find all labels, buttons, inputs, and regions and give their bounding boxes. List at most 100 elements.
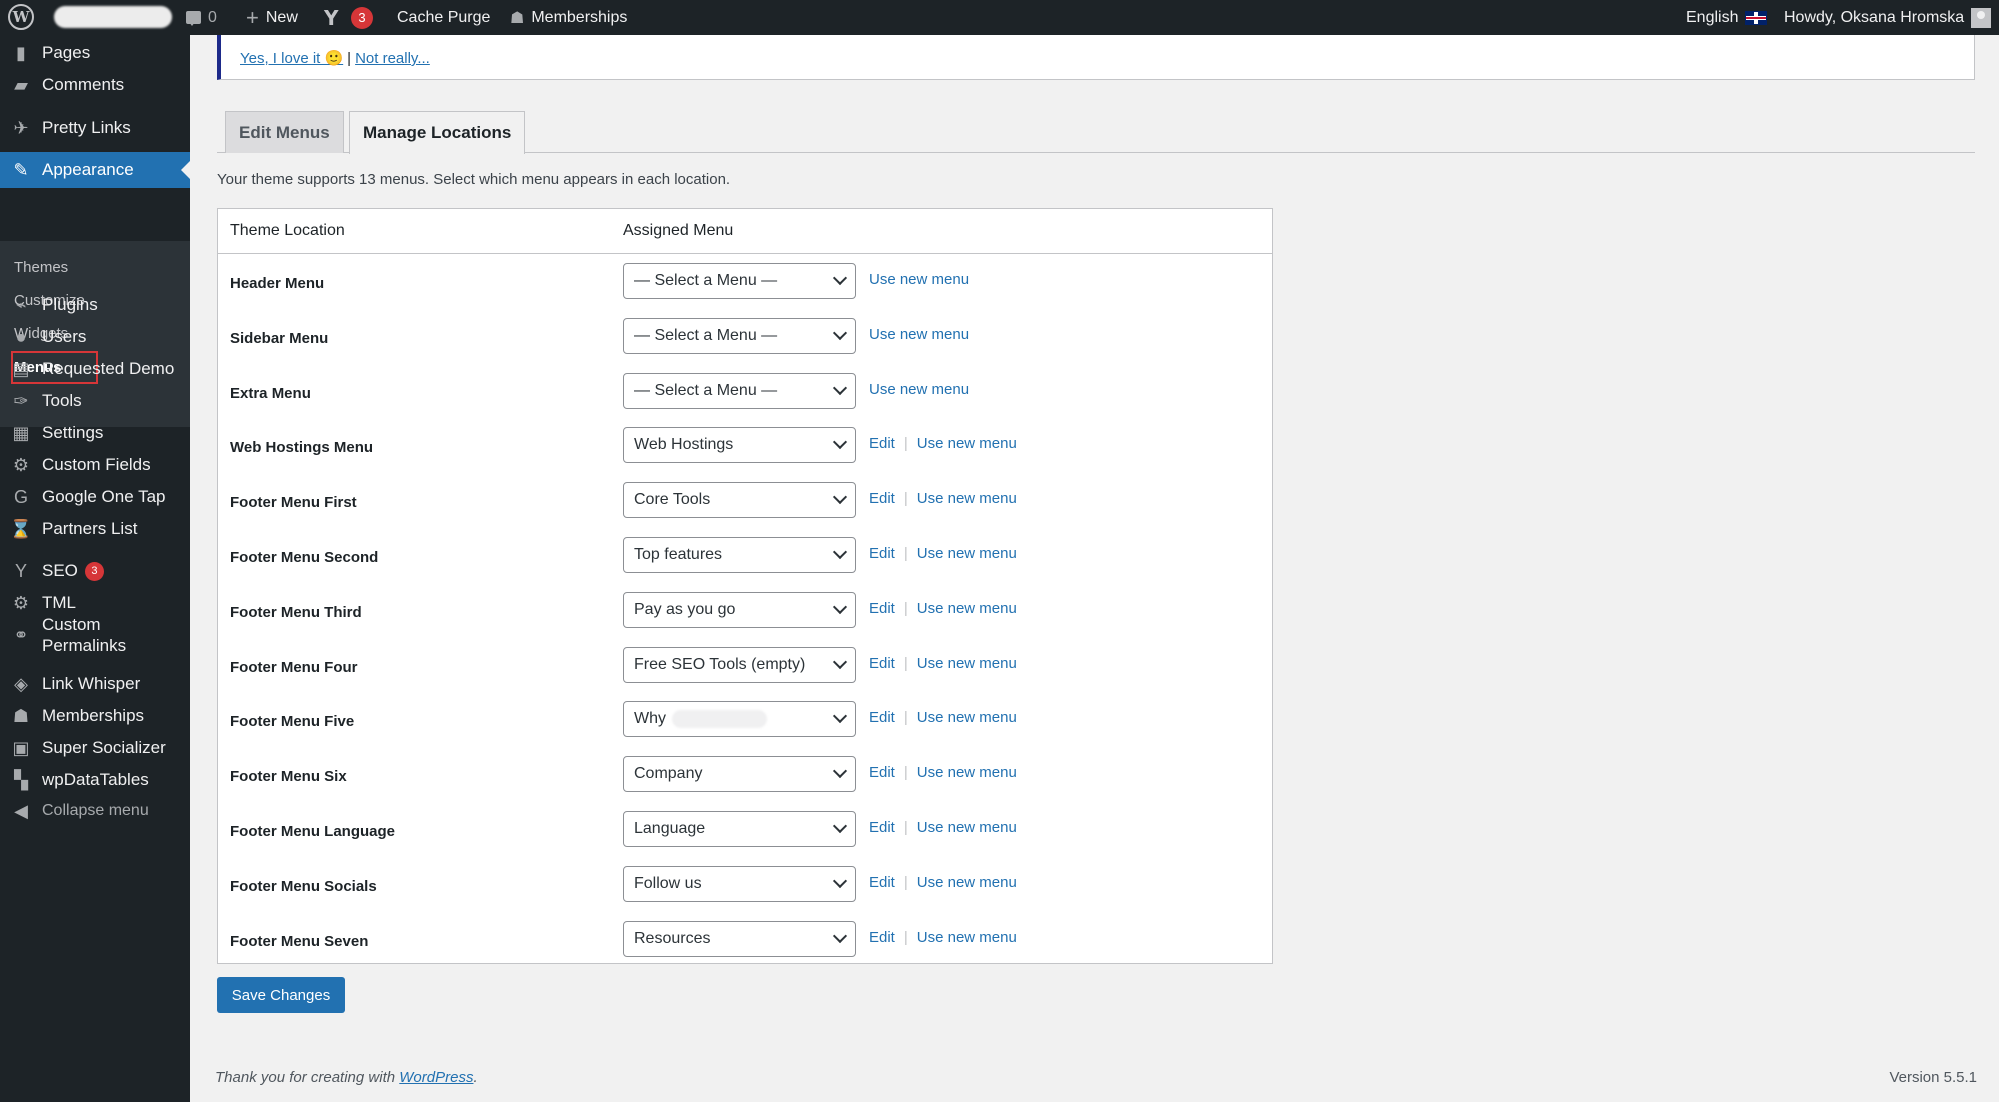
tab-edit-menus[interactable]: Edit Menus — [225, 111, 344, 153]
row-actions: Edit | Use new menu — [869, 709, 1017, 726]
site-name-redacted[interactable] — [54, 6, 172, 28]
use-new-menu-link[interactable]: Use new menu — [917, 874, 1017, 891]
sidebar-item-collapse-menu[interactable]: ◀ Collapse menu — [0, 793, 190, 829]
edit-menu-link[interactable]: Edit — [869, 600, 895, 617]
appearance-icon: ✎ — [13, 159, 29, 180]
yes-love-it-link[interactable]: Yes, I love it 🙂 — [240, 50, 343, 67]
wordpress-logo-icon[interactable]: W — [8, 4, 34, 30]
save-changes-button[interactable]: Save Changes — [217, 977, 345, 1013]
location-footer-menu-seven: Footer Menu Seven — [230, 932, 369, 950]
yoast-seo-link[interactable]: Y 3 — [324, 0, 373, 35]
sidebar-item-memberships[interactable]: ☗ Memberships — [0, 698, 190, 734]
selected-menu-value: — Select a Menu — — [634, 272, 778, 289]
edit-menu-link[interactable]: Edit — [869, 874, 895, 891]
comment-bubble-icon — [186, 11, 201, 26]
cache-purge-link[interactable]: Cache Purge — [397, 0, 490, 35]
sidebar-item-google-one-tap[interactable]: G Google One Tap — [0, 479, 190, 515]
new-content-link[interactable]: + New — [246, 0, 298, 35]
sidebar-item-seo[interactable]: Y SEO 3 — [0, 553, 190, 589]
edit-menu-link[interactable]: Edit — [869, 709, 895, 726]
header-menu-select[interactable]: — Select a Menu — — [623, 263, 856, 299]
sidebar-item-custom-permalinks[interactable]: ⚭ Custom Permalinks — [0, 610, 190, 660]
chevron-down-icon — [832, 435, 848, 450]
footer-menu-language-select[interactable]: Language — [623, 811, 856, 847]
yoast-seo-icon: Y — [14, 560, 27, 581]
redacted-text — [672, 710, 767, 729]
sidebar-item-label: Pretty Links — [42, 118, 131, 137]
footer-menu-third-select[interactable]: Pay as you go — [623, 591, 856, 628]
use-new-menu-link[interactable]: Use new menu — [917, 545, 1017, 562]
use-new-menu-link[interactable]: Use new menu — [869, 326, 969, 343]
edit-menu-link[interactable]: Edit — [869, 490, 895, 507]
use-new-menu-link[interactable]: Use new menu — [917, 600, 1017, 617]
sidebar-item-settings[interactable]: ▦ Settings — [0, 415, 190, 451]
use-new-menu-link[interactable]: Use new menu — [917, 929, 1017, 946]
location-footer-menu-second: Footer Menu Second — [230, 549, 379, 566]
footer-menu-second-select[interactable]: Top features — [623, 537, 856, 573]
row-actions: Edit | Use new menu — [869, 435, 1017, 452]
table-row: Footer Menu Third Pay as you go Edit | Use n… — [218, 584, 1272, 639]
edit-menu-link[interactable]: Edit — [869, 435, 895, 452]
sidebar-item-appearance[interactable]: ✎ Appearance — [0, 152, 190, 188]
use-new-menu-link[interactable]: Use new menu — [917, 655, 1017, 672]
edit-menu-link[interactable]: Edit — [869, 545, 895, 562]
sidebar-item-users[interactable]: ● Users — [0, 319, 190, 355]
not-really-link[interactable]: Not really... — [355, 50, 430, 67]
footer-menu-first-select[interactable]: Core Tools — [623, 482, 856, 519]
location-footer-menu-first: Footer Menu First — [230, 494, 357, 512]
edit-menu-link[interactable]: Edit — [869, 655, 895, 672]
sidebar-item-link-whisper[interactable]: ◈ Link Whisper — [0, 666, 190, 702]
use-new-menu-link[interactable]: Use new menu — [869, 271, 969, 288]
wordpress-link[interactable]: WordPress — [399, 1069, 473, 1086]
memberships-link[interactable]: ☗ Memberships — [510, 0, 627, 35]
menu-locations-table: Theme Location Assigned Menu Header Menu… — [217, 208, 1273, 964]
sidebar-item-label: Pages — [42, 43, 91, 62]
sidebar-item-label: Partners List — [42, 519, 138, 538]
use-new-menu-link[interactable]: Use new menu — [869, 381, 969, 398]
footer-menu-six-select[interactable]: Company — [623, 756, 856, 793]
sidebar-item-label: Settings — [42, 423, 104, 442]
selected-menu-value: Free SEO Tools (empty) — [634, 655, 806, 673]
sidebar-item-pages[interactable]: ▮ Pages — [0, 35, 190, 71]
extra-menu-select[interactable]: — Select a Menu — — [623, 372, 856, 409]
use-new-menu-link[interactable]: Use new menu — [917, 490, 1017, 507]
footer-menu-socials-select[interactable]: Follow us — [623, 865, 856, 902]
requested-demo-icon: ▤ — [12, 358, 30, 379]
comments-link[interactable]: 0 — [186, 0, 217, 35]
use-new-menu-link[interactable]: Use new menu — [917, 709, 1017, 726]
permalinks-icon: ⚭ — [13, 624, 29, 645]
sidebar-item-custom-fields[interactable]: ⚙ Custom Fields — [0, 447, 190, 483]
tab-manage-locations[interactable]: Manage Locations — [349, 111, 526, 154]
location-footer-menu-third: Footer Menu Third — [230, 603, 362, 621]
sidebar-item-pretty-links[interactable]: ✈ Pretty Links — [0, 110, 190, 146]
footer-menu-four-select[interactable]: Free SEO Tools (empty) — [623, 646, 856, 683]
use-new-menu-link[interactable]: Use new menu — [917, 819, 1017, 836]
web-hostings-menu-select[interactable]: Web Hostings — [623, 427, 856, 464]
use-new-menu-link[interactable]: Use new menu — [917, 764, 1017, 781]
edit-menu-link[interactable]: Edit — [869, 929, 895, 946]
edit-menu-link[interactable]: Edit — [869, 764, 895, 781]
sidebar-item-plugins[interactable]: ⌁ Plugins — [0, 287, 190, 323]
use-new-menu-link[interactable]: Use new menu — [917, 435, 1017, 452]
sidebar-item-tools[interactable]: ✑ Tools — [0, 383, 190, 419]
table-header: Theme Location Assigned Menu — [218, 209, 1272, 254]
selected-menu-value: Why — [634, 710, 666, 728]
sidebar-item-comments[interactable]: ▰ Comments — [0, 67, 190, 103]
sidebar-item-super-socializer[interactable]: ▣ Super Socializer — [0, 730, 190, 766]
sidebar-item-label: Memberships — [42, 706, 145, 725]
table-row: Footer Menu Five Why Edit | Use new menu — [218, 693, 1272, 748]
submenu-themes[interactable]: Themes — [14, 259, 68, 276]
selected-menu-value: — Select a Menu — — [634, 381, 778, 399]
footer-menu-seven-select[interactable]: Resources — [623, 920, 856, 957]
col-assigned-menu: Assigned Menu — [623, 222, 734, 239]
my-account-link[interactable]: Howdy, Oksana Hromska — [1784, 0, 1992, 35]
sidebar-item-partners-list[interactable]: ⌛ Partners List — [0, 511, 190, 547]
collapse-icon: ◀ — [14, 800, 28, 821]
footer-menu-five-select[interactable]: Why — [623, 701, 856, 738]
row-actions: Edit | Use new menu — [869, 874, 1017, 891]
language-switcher[interactable]: English — [1686, 0, 1768, 35]
sidebar-menu-select[interactable]: — Select a Menu — — [623, 317, 856, 354]
sidebar-item-requested-demo[interactable]: ▤ Requested Demo — [0, 351, 190, 387]
edit-menu-link[interactable]: Edit — [869, 819, 895, 836]
custom-fields-icon: ⚙ — [12, 454, 30, 475]
